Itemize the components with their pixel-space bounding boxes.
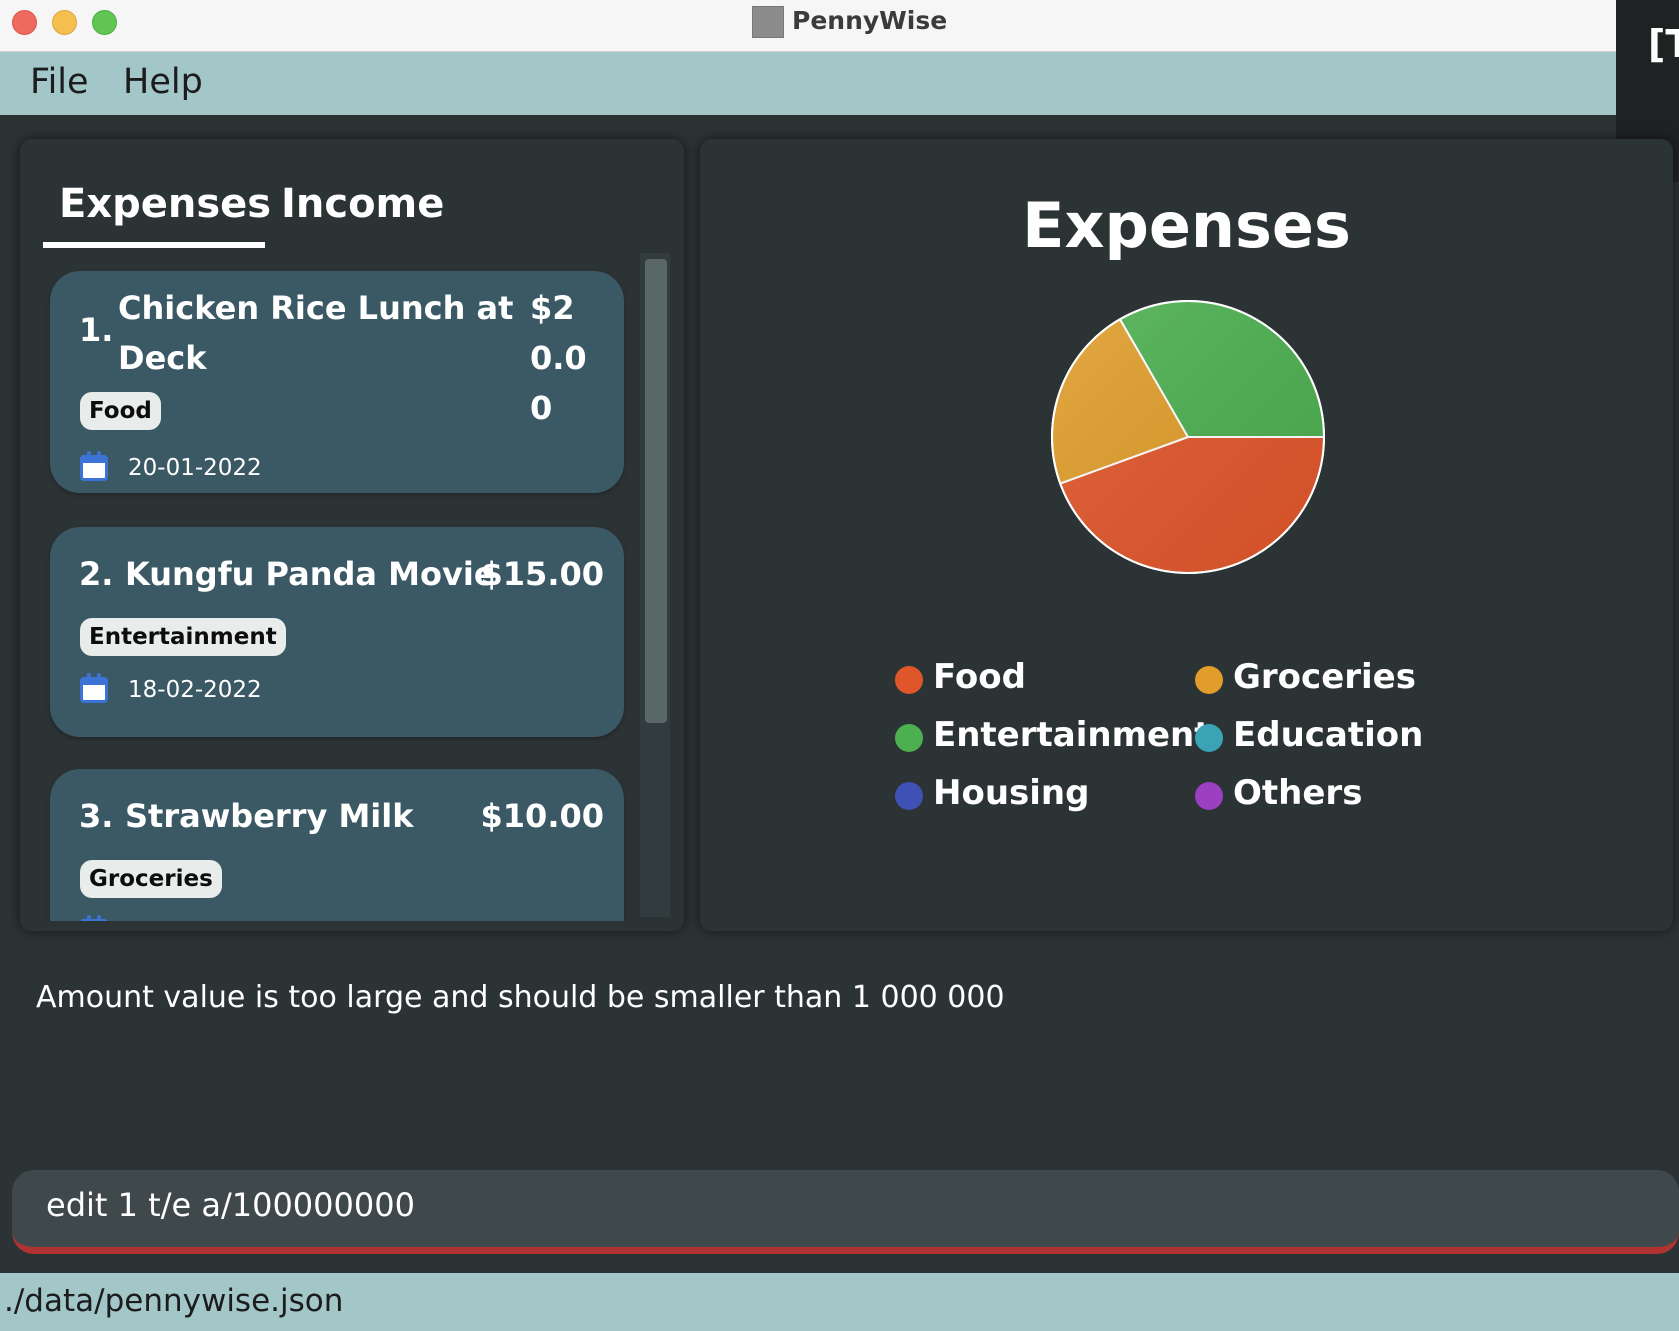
status-bar: ./data/pennywise.json [0, 1273, 1679, 1331]
entry-index: 2. [79, 555, 114, 593]
tab-income[interactable]: Income [281, 181, 444, 227]
expense-list: 1. Chicken Rice Lunch at Deck $20.00 Foo… [20, 251, 684, 921]
title-bar: PennyWise [0, 0, 1616, 52]
command-input-text[interactable]: edit 1 t/e a/100000000 [46, 1186, 415, 1224]
menu-bar: File Help [0, 52, 1616, 115]
legend-swatch [895, 782, 923, 810]
minimize-window-button[interactable] [52, 10, 77, 35]
category-tag: Groceries [80, 860, 222, 898]
legend-label: Housing [933, 773, 1090, 813]
window-title: PennyWise [792, 6, 948, 35]
menu-file[interactable]: File [30, 62, 89, 102]
entry-description: Kungfu Panda Movie [125, 555, 496, 593]
app-icon [752, 6, 784, 38]
expense-card[interactable]: 2. Kungfu Panda Movie $15.00 Entertainme… [50, 527, 624, 737]
legend-label: Entertainment [933, 715, 1211, 755]
maximize-window-button[interactable] [92, 10, 117, 35]
selected-tab-indicator [43, 242, 265, 248]
chart-panel: Expenses Food Groceries Entertainment Educa… [700, 139, 1673, 931]
entry-date: 20-01-2022 [128, 455, 262, 481]
entry-amount: $10.00 [480, 797, 604, 835]
legend-swatch [1195, 724, 1223, 752]
entry-description: Chicken Rice Lunch at Deck [118, 289, 514, 377]
entry-date: 18-02-2022 [128, 677, 262, 703]
calendar-icon [80, 673, 108, 703]
side-overlay-text: [T [1648, 22, 1679, 66]
result-message: Amount value is too large and should be … [36, 980, 1005, 1015]
category-tag: Entertainment [80, 618, 286, 656]
calendar-icon [80, 451, 108, 481]
pie-outline [1051, 300, 1325, 574]
legend-label: Education [1233, 715, 1424, 755]
expense-card[interactable]: 1. Chicken Rice Lunch at Deck $20.00 Foo… [50, 271, 624, 493]
expense-card[interactable]: 3. Strawberry Milk $10.00 Groceries [50, 769, 624, 921]
legend-swatch [1195, 782, 1223, 810]
entry-index: 3. [79, 797, 114, 835]
legend-swatch [1195, 666, 1223, 694]
tab-expenses[interactable]: Expenses [59, 181, 271, 227]
entry-amount: $20.00 [530, 289, 587, 427]
expense-pie-chart [1051, 300, 1326, 574]
legend-label: Food [933, 657, 1026, 697]
command-input[interactable]: edit 1 t/e a/100000000 [12, 1170, 1679, 1254]
legend-swatch [895, 724, 923, 752]
legend-label: Others [1233, 773, 1363, 813]
legend-label: Groceries [1233, 657, 1416, 697]
entry-index: 1. [79, 311, 114, 349]
close-window-button[interactable] [12, 10, 37, 35]
category-tag: Food [80, 392, 161, 430]
menu-help[interactable]: Help [123, 62, 203, 102]
chart-title: Expenses [1022, 189, 1351, 262]
calendar-icon [80, 915, 108, 921]
data-file-path: ./data/pennywise.json [4, 1283, 344, 1319]
entry-amount: $15.00 [480, 555, 604, 593]
legend-swatch [895, 666, 923, 694]
entry-description: Strawberry Milk [125, 797, 414, 835]
entry-list-panel: Expenses Income 1. Chicken Rice Lunch at… [20, 139, 684, 931]
